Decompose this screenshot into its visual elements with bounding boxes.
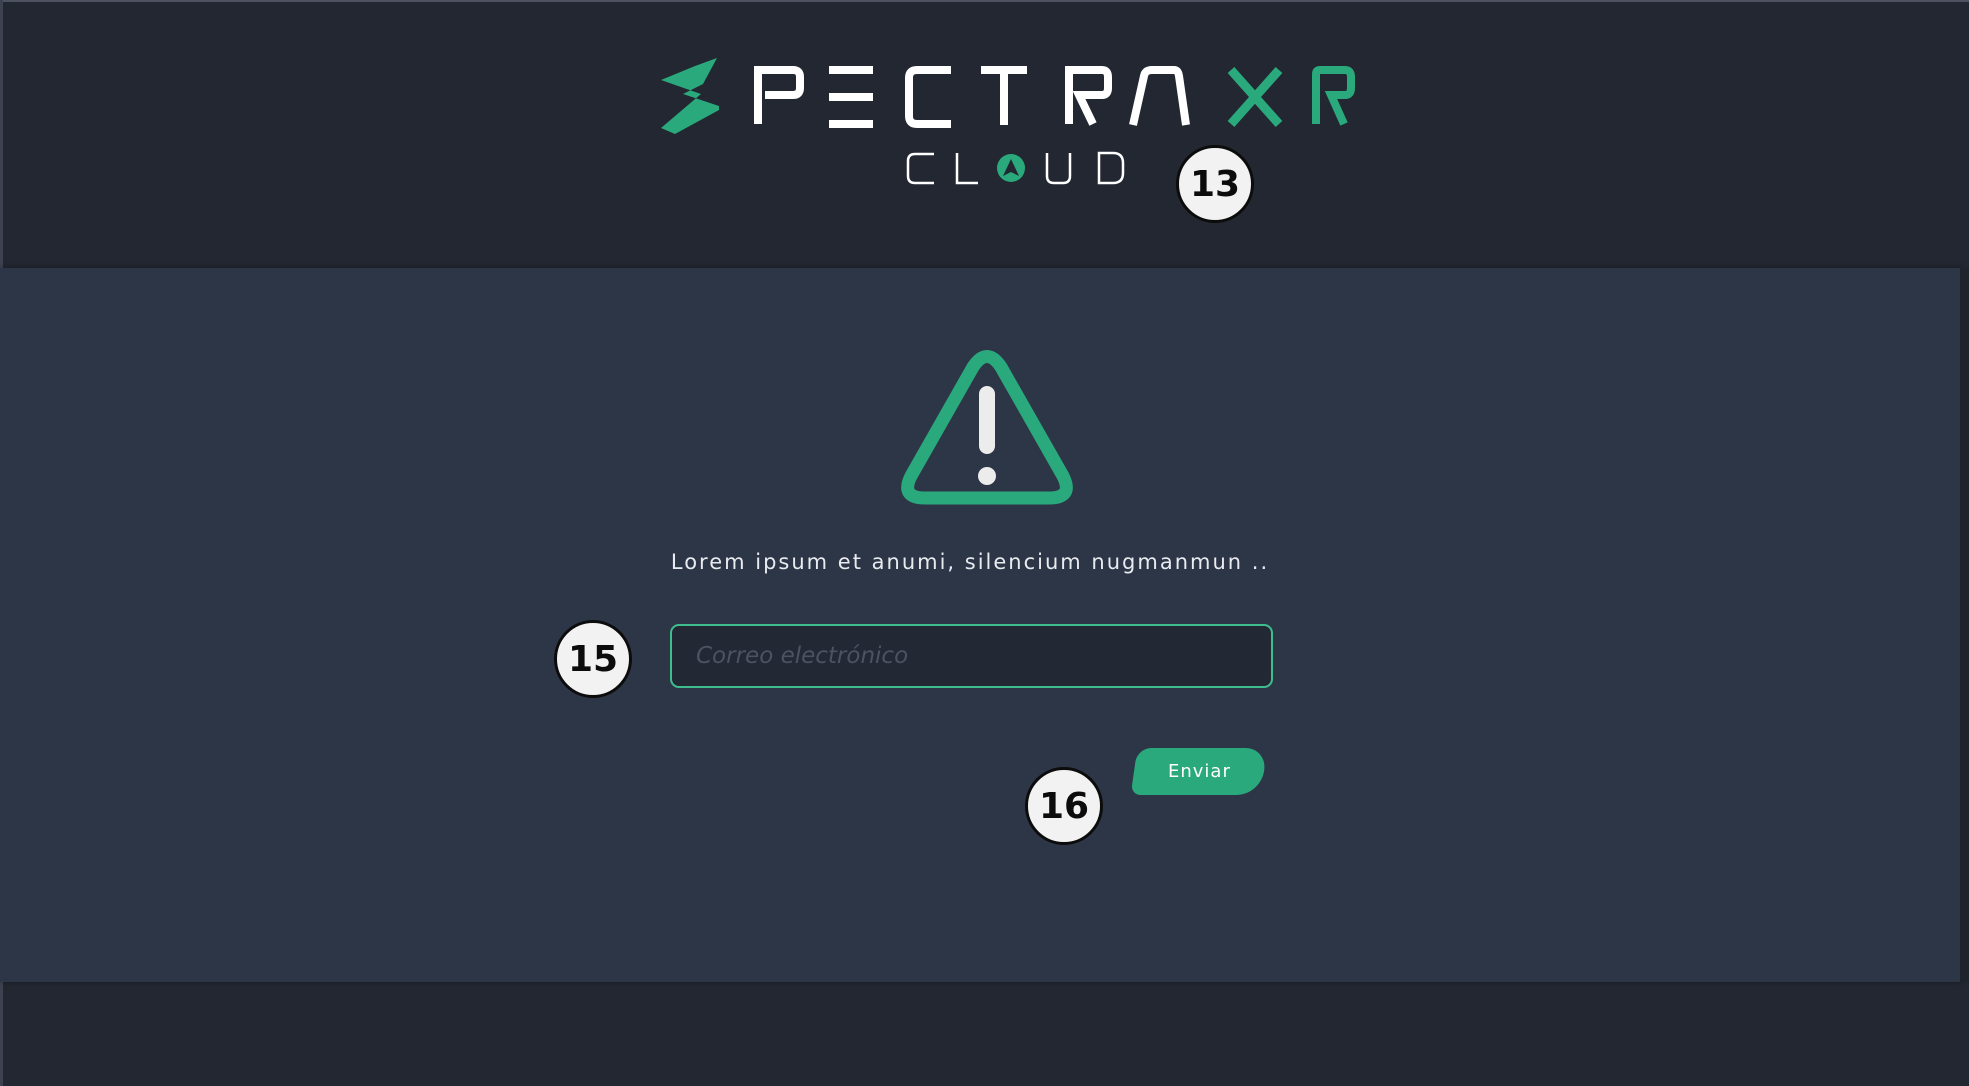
callout-marker-13: 13 <box>1176 145 1254 223</box>
window-top-border <box>0 0 1969 2</box>
spectra-xr-cloud-logo: SPECTRA XR CLOUD <box>655 52 1360 192</box>
send-button[interactable]: Enviar <box>1130 748 1268 795</box>
email-field[interactable] <box>670 624 1273 688</box>
panel-right-edge <box>1960 268 1969 982</box>
alert-message: Lorem ipsum et anumi, silencium nugmanmu… <box>670 550 1270 574</box>
callout-marker-15: 15 <box>554 620 632 698</box>
brand-name: SPECTRA XR <box>655 192 656 193</box>
brand-subtitle: CLOUD <box>655 192 656 193</box>
send-button-label: Enviar <box>1167 761 1231 782</box>
callout-marker-16: 16 <box>1025 767 1103 845</box>
warning-triangle-icon <box>897 350 1077 512</box>
